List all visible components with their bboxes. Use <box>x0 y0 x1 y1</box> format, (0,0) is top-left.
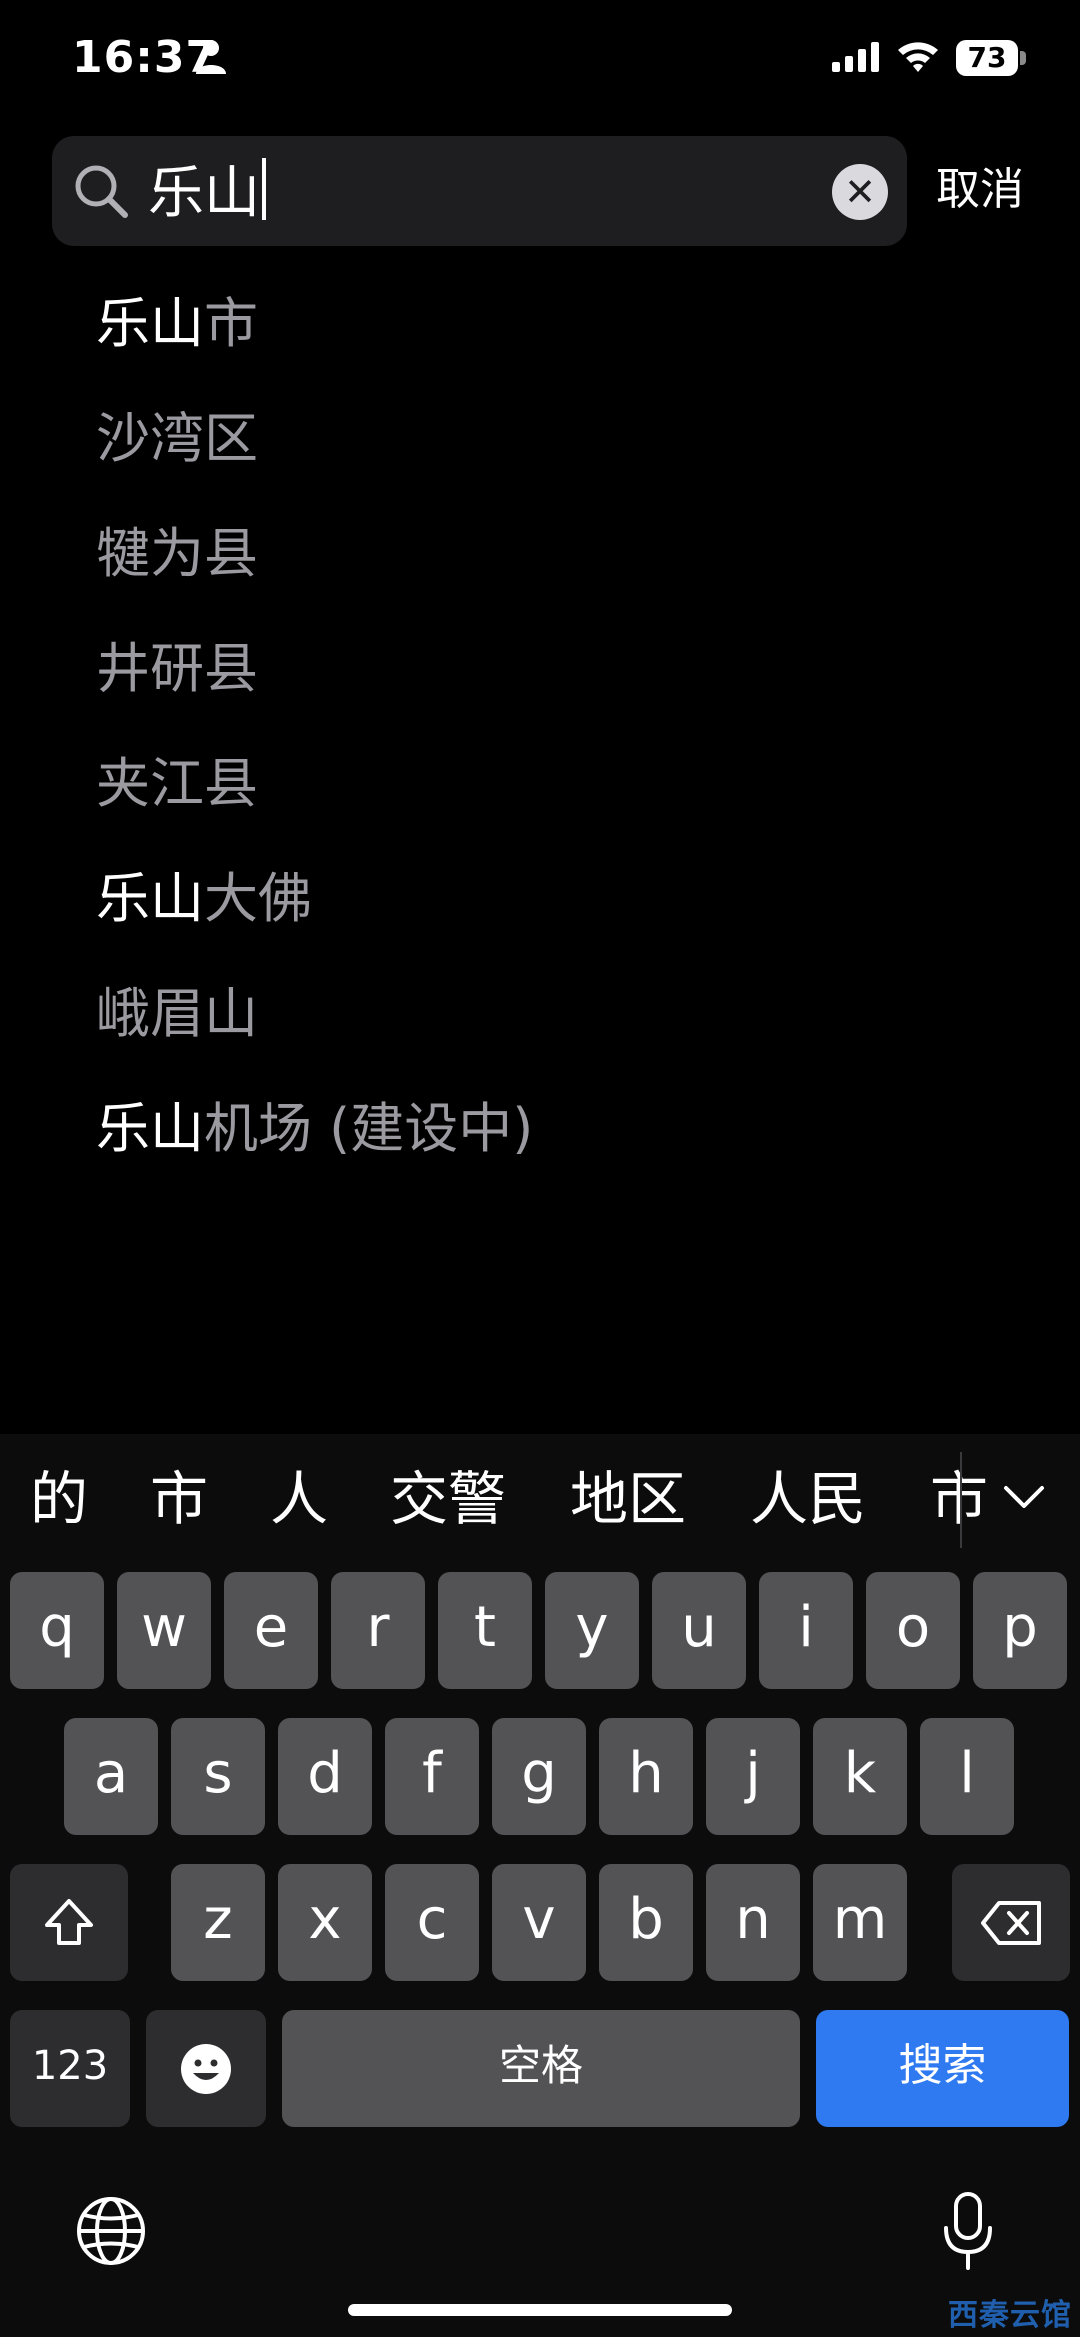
key-z[interactable]: z <box>171 1864 265 1981</box>
watermark: 西秦云馆 <box>948 2298 1072 2333</box>
key-g[interactable]: g <box>492 1718 586 1835</box>
key-s[interactable]: s <box>171 1718 265 1835</box>
emoji-key[interactable] <box>146 2010 266 2127</box>
person-icon <box>196 40 226 74</box>
battery-icon: 73 <box>956 40 1026 76</box>
cancel-button[interactable]: 取消 <box>936 160 1024 220</box>
key-i[interactable]: i <box>759 1572 853 1689</box>
key-e[interactable]: e <box>224 1572 318 1689</box>
search-input[interactable]: 乐山 <box>148 158 266 227</box>
candidate-item[interactable]: 的 <box>30 1464 88 1534</box>
battery-level: 73 <box>956 40 1018 76</box>
clear-icon[interactable]: ✕ <box>832 164 888 220</box>
candidate-item[interactable]: 人民 <box>750 1464 866 1534</box>
result-item[interactable]: 乐山机场 (建设中) <box>96 1095 996 1210</box>
keyboard: 的 市 人 交警 地区 人民 市 q w e r t y u i o p a s… <box>0 1434 1080 2337</box>
shift-icon <box>45 1898 93 1945</box>
key-t[interactable]: t <box>438 1572 532 1689</box>
key-w[interactable]: w <box>117 1572 211 1689</box>
candidate-item[interactable]: 交警 <box>390 1464 506 1534</box>
key-h[interactable]: h <box>599 1718 693 1835</box>
result-item[interactable]: 犍为县 <box>96 520 996 635</box>
candidate-item[interactable]: 市 <box>150 1464 208 1534</box>
key-o[interactable]: o <box>866 1572 960 1689</box>
key-d[interactable]: d <box>278 1718 372 1835</box>
key-f[interactable]: f <box>385 1718 479 1835</box>
key-l[interactable]: l <box>920 1718 1014 1835</box>
search-results: 乐山市 沙湾区 犍为县 井研县 夹江县 乐山大佛 峨眉山 乐山机场 (建设中) <box>96 290 996 1210</box>
search-icon <box>75 165 128 218</box>
status-bar: 16:37 73 <box>0 0 1080 120</box>
wifi-icon <box>898 42 938 72</box>
key-r[interactable]: r <box>331 1572 425 1689</box>
key-a[interactable]: a <box>64 1718 158 1835</box>
candidate-item[interactable]: 人 <box>270 1464 328 1534</box>
text-caret <box>262 158 266 220</box>
key-j[interactable]: j <box>706 1718 800 1835</box>
delete-key[interactable] <box>952 1864 1070 1981</box>
emoji-icon <box>181 2043 231 2094</box>
candidate-bar: 的 市 人 交警 地区 人民 市 <box>0 1434 1080 1564</box>
key-b[interactable]: b <box>599 1864 693 1981</box>
key-u[interactable]: u <box>652 1572 746 1689</box>
key-k[interactable]: k <box>813 1718 907 1835</box>
chevron-down-icon[interactable] <box>1000 1472 1048 1520</box>
microphone-icon[interactable] <box>940 2190 996 2272</box>
search-field[interactable]: 乐山 ✕ <box>52 136 907 246</box>
candidate-item[interactable]: 地区 <box>570 1464 686 1534</box>
result-item[interactable]: 夹江县 <box>96 750 996 865</box>
key-c[interactable]: c <box>385 1864 479 1981</box>
result-item[interactable]: 沙湾区 <box>96 405 996 520</box>
key-v[interactable]: v <box>492 1864 586 1981</box>
numbers-key[interactable]: 123 <box>10 2010 130 2127</box>
candidate-divider <box>960 1452 962 1548</box>
key-n[interactable]: n <box>706 1864 800 1981</box>
shift-key[interactable] <box>10 1864 128 1981</box>
home-indicator[interactable] <box>348 2304 732 2316</box>
key-m[interactable]: m <box>813 1864 907 1981</box>
key-x[interactable]: x <box>278 1864 372 1981</box>
key-p[interactable]: p <box>973 1572 1067 1689</box>
signal-icon <box>832 42 879 72</box>
result-item[interactable]: 乐山大佛 <box>96 865 996 980</box>
globe-icon[interactable] <box>74 2194 148 2268</box>
result-item[interactable]: 乐山市 <box>96 290 996 405</box>
candidate-item[interactable]: 市 <box>930 1464 988 1534</box>
key-q[interactable]: q <box>10 1572 104 1689</box>
search-key[interactable]: 搜索 <box>816 2010 1069 2127</box>
backspace-icon <box>981 1900 1041 1945</box>
result-item[interactable]: 峨眉山 <box>96 980 996 1095</box>
result-item[interactable]: 井研县 <box>96 635 996 750</box>
space-key[interactable]: 空格 <box>282 2010 800 2127</box>
key-y[interactable]: y <box>545 1572 639 1689</box>
